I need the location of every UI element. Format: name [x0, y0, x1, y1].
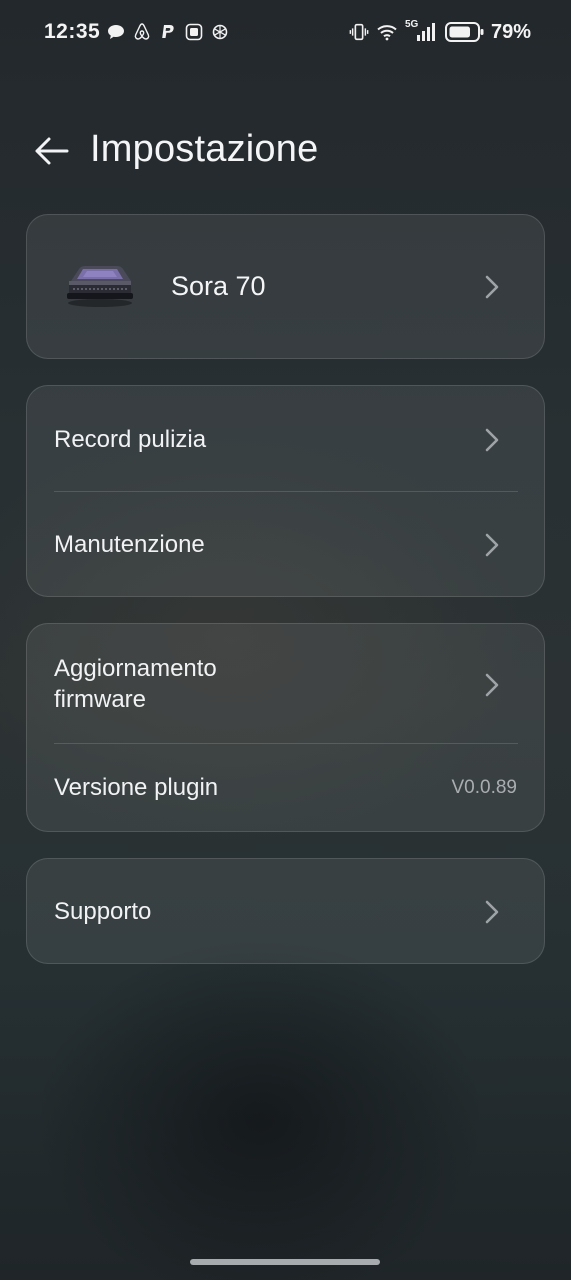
battery-percent: 79% — [490, 20, 531, 43]
airbnb-icon — [134, 23, 150, 40]
versione-plugin-label: Versione plugin — [54, 774, 219, 801]
arrow-left-icon — [35, 137, 69, 165]
robot-device-image — [67, 266, 133, 307]
chevron-right-icon — [485, 900, 499, 924]
page-header: Impostazione — [0, 120, 571, 182]
vibrate-icon — [349, 23, 369, 41]
home-indicator[interactable] — [190, 1259, 380, 1265]
status-left: 12:35 — [44, 20, 230, 44]
device-card[interactable]: Sora 70 — [26, 214, 545, 359]
chevron-right-icon — [485, 275, 499, 299]
plugin-version-value: V0.0.89 — [451, 777, 518, 798]
settings-group-cleaning: Record pulizia Manutenzione — [26, 385, 545, 597]
app-icon — [185, 23, 203, 41]
chevron-right-icon — [485, 533, 499, 557]
page-title: Impostazione — [90, 128, 319, 170]
signal-5g-icon: 5G — [405, 19, 439, 43]
status-bar: 12:35 5G 79% — [0, 0, 571, 64]
record-pulizia-row[interactable]: Record pulizia — [27, 386, 544, 492]
chevron-right-icon — [485, 428, 499, 452]
status-time: 12:35 — [44, 20, 101, 43]
status-right: 5G 79% — [349, 19, 531, 44]
supporto-label: Supporto — [54, 898, 152, 925]
settings-group-software: Aggiornamento firmware Versione plugin V… — [26, 623, 545, 832]
device-name: Sora 70 — [171, 271, 266, 301]
chat-bubble-icon — [108, 25, 125, 39]
openai-icon — [212, 24, 228, 40]
versione-plugin-row: Versione plugin V0.0.89 — [27, 743, 544, 833]
back-button[interactable] — [30, 130, 72, 172]
aggiornamento-firmware-row[interactable]: Aggiornamento firmware — [27, 624, 544, 743]
record-pulizia-label: Record pulizia — [54, 426, 207, 453]
supporto-row[interactable]: Supporto — [27, 859, 544, 965]
manutenzione-row[interactable]: Manutenzione — [27, 492, 544, 598]
wifi-icon — [377, 25, 397, 41]
aggiornamento-firmware-label: Aggiornamento firmware — [54, 655, 217, 713]
battery-icon — [444, 22, 484, 42]
settings-group-support: Supporto — [26, 858, 545, 964]
manutenzione-label: Manutenzione — [54, 531, 205, 558]
chevron-right-icon — [485, 673, 499, 697]
paypal-icon — [162, 25, 174, 38]
